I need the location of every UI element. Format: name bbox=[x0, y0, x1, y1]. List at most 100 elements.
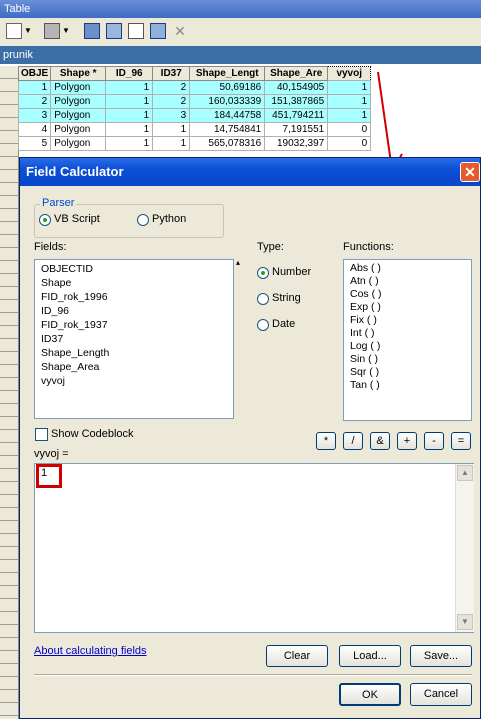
row-selector-column[interactable] bbox=[0, 66, 19, 719]
function-list-item[interactable]: Sqr ( ) bbox=[350, 366, 471, 379]
field-list-item[interactable]: vyvoj bbox=[41, 374, 233, 388]
clear-button[interactable]: Clear bbox=[266, 645, 328, 667]
table-cell[interactable]: 0 bbox=[327, 136, 372, 151]
type-date-radio[interactable] bbox=[257, 319, 269, 331]
field-list-item[interactable]: ID_96 bbox=[41, 304, 233, 318]
close-icon[interactable]: ✕ bbox=[460, 162, 480, 182]
field-list-item[interactable]: FID_rok_1937 bbox=[41, 318, 233, 332]
column-header[interactable]: OBJE bbox=[17, 66, 52, 81]
table-cell[interactable]: 1 bbox=[327, 108, 372, 123]
type-date-label[interactable]: Date bbox=[272, 318, 295, 330]
function-list-item[interactable]: Sin ( ) bbox=[350, 353, 471, 366]
table-cell[interactable]: 50,69186 bbox=[189, 80, 266, 95]
vertical-scrollbar[interactable]: ▲ ▼ bbox=[455, 464, 474, 632]
table-cell[interactable]: 565,078316 bbox=[189, 136, 266, 151]
functions-listbox[interactable]: Abs ( ) Atn ( ) Cos ( ) Exp ( ) Fix ( ) Int (… bbox=[343, 259, 472, 421]
cancel-button[interactable]: Cancel bbox=[410, 683, 472, 706]
python-radio[interactable] bbox=[137, 214, 149, 226]
field-list-item[interactable]: OBJECTID bbox=[41, 262, 233, 276]
table-cell[interactable]: 1 bbox=[105, 108, 154, 123]
function-list-item[interactable]: Tan ( ) bbox=[350, 379, 471, 392]
table-cell[interactable]: 5 bbox=[17, 136, 52, 151]
vbscript-radio[interactable] bbox=[39, 214, 51, 226]
zoom-to-selected-icon[interactable] bbox=[150, 23, 166, 39]
concatenate-operator-button[interactable]: & bbox=[370, 432, 390, 450]
table-cell[interactable]: 3 bbox=[152, 108, 191, 123]
field-list-item[interactable]: Shape_Length bbox=[41, 346, 233, 360]
table-row[interactable]: 1 Polygon 1 2 50,69186 40,154905 1 bbox=[17, 80, 372, 95]
switch-selection-icon[interactable] bbox=[106, 23, 122, 39]
table-cell[interactable]: Polygon bbox=[50, 136, 107, 151]
save-button[interactable]: Save... bbox=[410, 645, 472, 667]
field-list-item[interactable]: Shape_Area bbox=[41, 360, 233, 374]
function-list-item[interactable]: Exp ( ) bbox=[350, 301, 471, 314]
table-cell[interactable]: Polygon bbox=[50, 94, 107, 109]
ok-button[interactable]: OK bbox=[339, 683, 401, 706]
table-cell[interactable]: Polygon bbox=[50, 122, 107, 137]
table-cell[interactable]: 1 bbox=[327, 80, 372, 95]
dropdown-arrow-icon[interactable]: ▼ bbox=[24, 23, 40, 39]
table-cell[interactable]: 0 bbox=[327, 122, 372, 137]
table-row[interactable]: 3 Polygon 1 3 184,44758 451,794211 1 bbox=[17, 108, 372, 123]
function-list-item[interactable]: Fix ( ) bbox=[350, 314, 471, 327]
table-cell[interactable]: 40,154905 bbox=[264, 80, 329, 95]
scroll-down-icon[interactable]: ▼ bbox=[457, 614, 473, 630]
column-header[interactable]: Shape_Lengt bbox=[189, 66, 266, 81]
dropdown-arrow-icon[interactable]: ▼ bbox=[62, 23, 78, 39]
show-codeblock-label[interactable]: Show Codeblock bbox=[51, 428, 134, 440]
table-cell[interactable]: 7,191551 bbox=[264, 122, 329, 137]
type-string-label[interactable]: String bbox=[272, 292, 301, 304]
column-header[interactable]: Shape_Are bbox=[264, 66, 329, 81]
divide-operator-button[interactable]: / bbox=[343, 432, 363, 450]
table-cell[interactable]: 1 bbox=[105, 94, 154, 109]
scroll-up-icon[interactable]: ▲ bbox=[457, 465, 473, 481]
function-list-item[interactable]: Int ( ) bbox=[350, 327, 471, 340]
table-cell[interactable]: 451,794211 bbox=[264, 108, 329, 123]
about-calculating-fields-link[interactable]: About calculating fields bbox=[34, 645, 147, 657]
table-cell[interactable]: 151,387865 bbox=[264, 94, 329, 109]
column-header[interactable]: Shape * bbox=[50, 66, 107, 81]
table-cell[interactable]: 2 bbox=[152, 80, 191, 95]
table-row[interactable]: 2 Polygon 1 2 160,033339 151,387865 1 bbox=[17, 94, 372, 109]
load-button[interactable]: Load... bbox=[339, 645, 401, 667]
table-cell[interactable]: 184,44758 bbox=[189, 108, 266, 123]
table-cell[interactable]: 1 bbox=[327, 94, 372, 109]
table-cell[interactable]: 1 bbox=[105, 80, 154, 95]
table-cell[interactable]: 4 bbox=[17, 122, 52, 137]
vbscript-label[interactable]: VB Script bbox=[54, 213, 100, 225]
column-header[interactable]: ID_96 bbox=[105, 66, 154, 81]
column-header-vyvoj[interactable]: vyvoj bbox=[327, 66, 372, 81]
table-cell[interactable]: 1 bbox=[105, 136, 154, 151]
function-list-item[interactable]: Atn ( ) bbox=[350, 275, 471, 288]
table-cell[interactable]: 14,754841 bbox=[189, 122, 266, 137]
table-cell[interactable]: 1 bbox=[105, 122, 154, 137]
field-list-item[interactable]: Shape bbox=[41, 276, 233, 290]
table-cell[interactable]: 160,033339 bbox=[189, 94, 266, 109]
type-number-label[interactable]: Number bbox=[272, 266, 311, 278]
type-number-radio[interactable] bbox=[257, 267, 269, 279]
type-string-radio[interactable] bbox=[257, 293, 269, 305]
clear-selection-icon[interactable] bbox=[128, 23, 144, 39]
show-codeblock-checkbox[interactable] bbox=[35, 428, 48, 441]
function-list-item[interactable]: Cos ( ) bbox=[350, 288, 471, 301]
equals-operator-button[interactable]: = bbox=[451, 432, 471, 450]
table-cell[interactable]: 1 bbox=[17, 80, 52, 95]
column-header[interactable]: ID37 bbox=[152, 66, 191, 81]
table-options-icon[interactable] bbox=[6, 23, 22, 39]
field-list-item[interactable]: ID37 bbox=[41, 332, 233, 346]
subtract-operator-button[interactable]: - bbox=[424, 432, 444, 450]
table-cell[interactable]: 2 bbox=[152, 94, 191, 109]
add-operator-button[interactable]: + bbox=[397, 432, 417, 450]
table-cell[interactable]: 3 bbox=[17, 108, 52, 123]
table-cell[interactable]: 2 bbox=[17, 94, 52, 109]
field-list-item[interactable]: FID_rok_1996 bbox=[41, 290, 233, 304]
table-cell[interactable]: 1 bbox=[152, 136, 191, 151]
sort-icon[interactable]: ▴ bbox=[236, 258, 240, 267]
related-tables-icon[interactable] bbox=[44, 23, 60, 39]
delete-selected-icon[interactable]: ✕ bbox=[172, 23, 188, 39]
expression-textbox[interactable]: 1 ▲ ▼ bbox=[34, 463, 474, 633]
function-list-item[interactable]: Log ( ) bbox=[350, 340, 471, 353]
select-by-attributes-icon[interactable] bbox=[84, 23, 100, 39]
table-row[interactable]: 5 Polygon 1 1 565,078316 19032,397 0 bbox=[17, 136, 372, 151]
table-row[interactable]: 4 Polygon 1 1 14,754841 7,191551 0 bbox=[17, 122, 372, 137]
